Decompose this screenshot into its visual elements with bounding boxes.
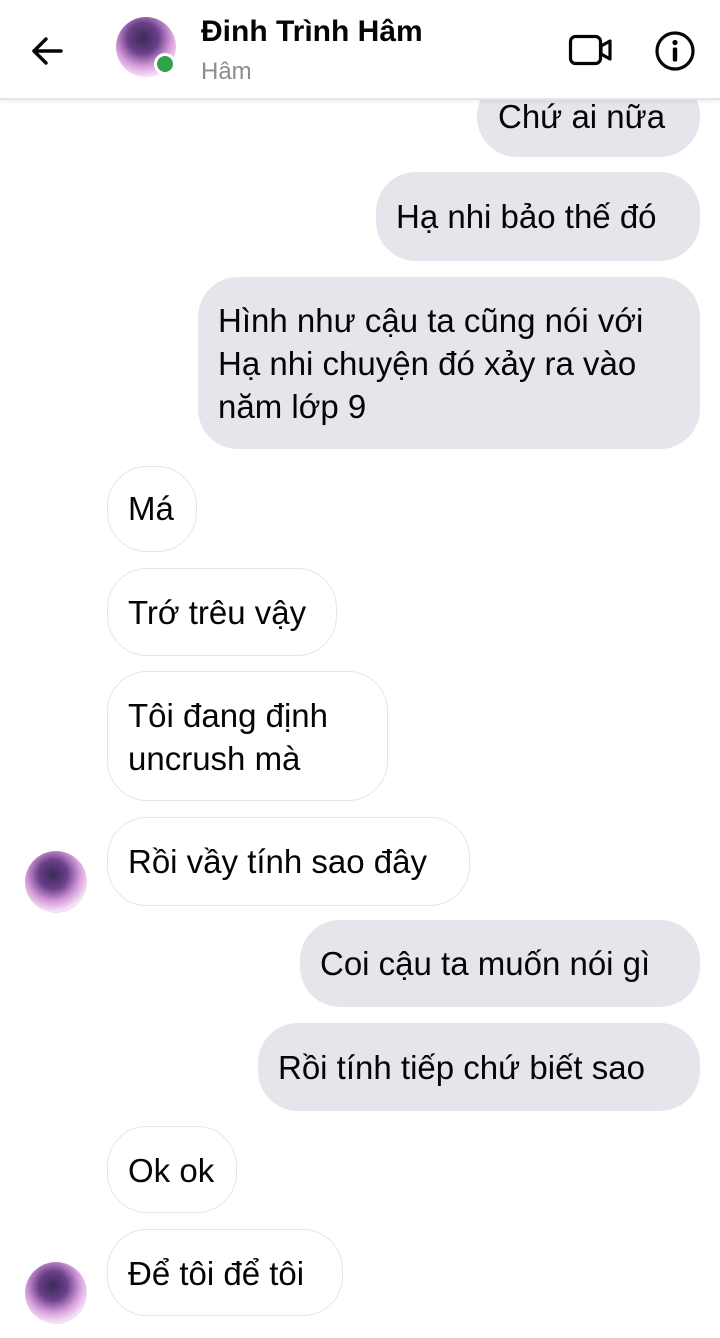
info-button[interactable]: [652, 28, 698, 74]
message-text-line: Hình như cậu ta cũng nói với: [218, 302, 644, 339]
message-text: Hạ nhi bảo thế đó: [396, 198, 657, 235]
sender-avatar[interactable]: [25, 1262, 87, 1324]
message-text: Chứ ai nữa: [498, 98, 666, 135]
message-text: Rồi tính tiếp chứ biết sao: [278, 1049, 645, 1086]
video-camera-icon: [568, 34, 612, 66]
message-bubble-incoming[interactable]: Trớ trêu vậy: [107, 568, 337, 656]
message-text-line: Hạ nhi chuyện đó xảy ra vào: [218, 345, 637, 382]
message-bubble-outgoing[interactable]: Hình như cậu ta cũng nói với Hạ nhi chuy…: [198, 277, 700, 449]
message-text: Trớ trêu vậy: [128, 594, 307, 631]
message-bubble-outgoing[interactable]: Coi cậu ta muốn nói gì: [300, 920, 700, 1007]
contact-avatar[interactable]: [116, 17, 176, 77]
message-bubble-incoming[interactable]: Má: [107, 466, 197, 552]
sender-avatar[interactable]: [25, 851, 87, 913]
message-bubble-incoming[interactable]: Rồi vầy tính sao đây: [107, 817, 470, 906]
online-status-indicator: [154, 53, 176, 75]
chat-screen: Chứ ai nữa Hạ nhi bảo thế đó Hình như cậ…: [0, 0, 720, 1338]
message-text: Coi cậu ta muốn nói gì: [320, 945, 651, 982]
info-icon: [655, 31, 695, 71]
contact-subtitle: Hâm: [201, 58, 252, 85]
message-bubble-outgoing[interactable]: Rồi tính tiếp chứ biết sao: [258, 1023, 700, 1111]
message-text: Rồi vầy tính sao đây: [128, 843, 427, 880]
message-bubble-outgoing[interactable]: Hạ nhi bảo thế đó: [376, 172, 700, 261]
message-text-line: Tôi đang định: [128, 697, 328, 734]
chat-header: Đinh Trình Hâm Hâm: [0, 0, 720, 100]
message-bubble-incoming[interactable]: Ok ok: [107, 1126, 237, 1213]
video-call-button[interactable]: [566, 28, 616, 72]
contact-name[interactable]: Đinh Trình Hâm: [201, 15, 423, 49]
message-text: Để tôi để tôi: [128, 1255, 305, 1292]
message-text: Má: [128, 490, 174, 527]
back-button[interactable]: [22, 26, 72, 76]
message-bubble-incoming[interactable]: Để tôi để tôi: [107, 1229, 343, 1316]
message-bubble-incoming[interactable]: Tôi đang định uncrush mà: [107, 671, 388, 801]
message-text: Ok ok: [128, 1152, 215, 1189]
arrow-left-icon: [32, 37, 63, 65]
message-text-line: uncrush mà: [128, 740, 301, 777]
message-text-line: năm lớp 9: [218, 388, 367, 425]
